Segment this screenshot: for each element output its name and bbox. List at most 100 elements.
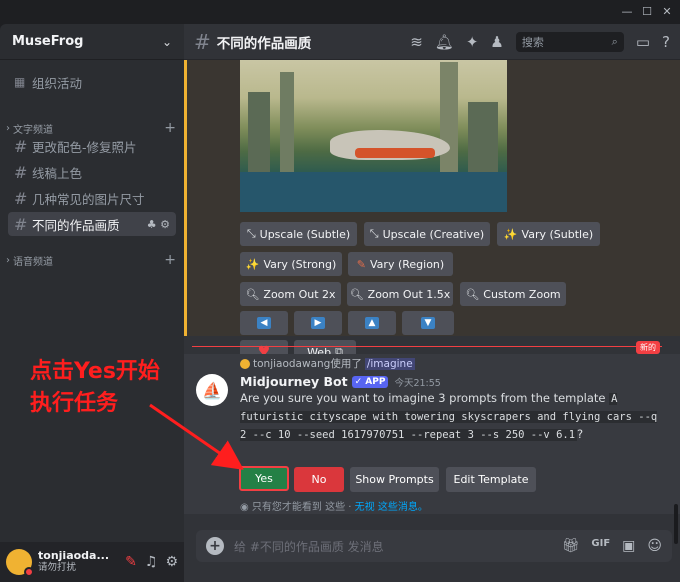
message-composer[interactable]: + 给 #不同的作品画质 发消息 🎁︎ GIF ▣ ☺ xyxy=(196,530,672,562)
pan-down-button[interactable]: ▼ xyxy=(402,311,454,335)
channel-label: 线稿上色 xyxy=(32,165,83,181)
annotation-line: 执行任务 xyxy=(30,391,119,416)
minimize-button[interactable]: — xyxy=(618,3,636,21)
command-mention[interactable]: /imagine xyxy=(364,357,415,370)
eye-icon: ◉ xyxy=(240,502,249,513)
gear-icon[interactable]: ⚙ xyxy=(165,554,178,570)
pin-icon[interactable]: ✦ xyxy=(466,33,479,51)
zoom-out-1-5x-button[interactable]: 🔍︎ Zoom Out 1.5x xyxy=(347,282,453,306)
pan-left-button[interactable]: ◀ xyxy=(240,311,288,335)
timestamp: 今天21:55 xyxy=(394,377,441,389)
edit-template-button[interactable]: Edit Template xyxy=(446,467,536,492)
server-header[interactable]: MuseFrog ⌄ xyxy=(0,24,184,60)
channel-item[interactable]: # 线稿上色 xyxy=(8,160,176,184)
vary-region-button[interactable]: ✎ Vary (Region) xyxy=(348,252,453,276)
help-icon[interactable]: ? xyxy=(662,33,670,51)
vary-subtle-button[interactable]: ✨ Vary (Subtle) xyxy=(497,222,600,246)
chevron-down-icon: › xyxy=(6,122,10,134)
button-label: Upscale (Subtle) xyxy=(259,227,351,241)
expand-icon: ⤡ xyxy=(246,227,256,240)
hash-icon: # xyxy=(194,29,211,54)
hash-icon: # xyxy=(14,136,28,156)
yes-button[interactable]: Yes xyxy=(239,466,289,491)
mic-muted-icon[interactable]: ✎ xyxy=(125,554,137,570)
avatar xyxy=(240,358,250,369)
magnifier-icon: 🔍︎ xyxy=(349,287,364,301)
annotation-line: 点击Yes开始 xyxy=(30,359,160,384)
channel-sidebar: MuseFrog ⌄ ▦ 组织活动 › 文字频道 + # 更改配色-修复照片 #… xyxy=(0,24,184,582)
channel-title: 不同的作品画质 xyxy=(216,35,312,52)
new-messages-divider xyxy=(192,346,662,347)
pan-right-button[interactable]: ▶ xyxy=(294,311,342,335)
show-prompts-button[interactable]: Show Prompts xyxy=(350,467,439,492)
gift-icon[interactable]: 🎁︎ xyxy=(562,538,580,554)
inbox-icon[interactable]: ▭ xyxy=(636,33,650,51)
sticker-icon[interactable]: ▣ xyxy=(622,538,635,554)
headphones-icon[interactable]: ♫ xyxy=(145,554,158,570)
threads-icon[interactable]: ≋ xyxy=(410,33,423,51)
user-info[interactable]: tonjiaoda... 请勿打扰 xyxy=(38,550,109,574)
maximize-button[interactable]: ☐ xyxy=(638,3,656,21)
dismiss-link[interactable]: 无视 这些消息。 xyxy=(355,502,428,513)
mention-bar xyxy=(184,60,187,336)
gif-icon[interactable]: GIF xyxy=(591,538,610,554)
scrollbar[interactable] xyxy=(674,504,678,544)
app-badge: ✓ APP xyxy=(351,375,389,388)
reply-reference[interactable]: tonjiaodawang使用了 /imagine xyxy=(240,356,415,371)
button-label: Custom Zoom xyxy=(483,287,561,301)
chevron-down-icon: ⌄ xyxy=(161,34,172,49)
user-status: 请勿打扰 xyxy=(38,562,77,573)
ephemeral-note: ◉ 只有您才能看到 这些 · 无视 这些消息。 xyxy=(240,498,428,513)
badge-label: APP xyxy=(365,376,386,387)
message-body: Are you sure you want to imagine 3 promp… xyxy=(240,391,606,405)
no-button[interactable]: No xyxy=(294,467,344,492)
button-label: Zoom Out 2x xyxy=(263,287,336,301)
main-panel: # 不同的作品画质 ≋ 🔔︎ ✦ ♟ 搜索 ⌕ ▭ ? ⤡ Upscale (S… xyxy=(184,24,680,582)
annotation-text: 点击Yes开始 执行任务 xyxy=(30,356,160,420)
button-label: Vary (Region) xyxy=(370,257,445,271)
add-attachment-icon[interactable]: + xyxy=(206,537,224,555)
pan-up-button[interactable]: ▲ xyxy=(348,311,396,335)
category-label: 语音频道 xyxy=(13,256,53,268)
bot-name[interactable]: Midjourney Bot xyxy=(240,374,348,389)
custom-zoom-button[interactable]: 🔍︎ Custom Zoom xyxy=(460,282,566,306)
hash-icon: # xyxy=(14,214,28,234)
zoom-out-2x-button[interactable]: 🔍︎ Zoom Out 2x xyxy=(240,282,341,306)
server-name: MuseFrog xyxy=(12,34,84,49)
bell-icon[interactable]: 🔔︎ xyxy=(435,33,454,51)
calendar-icon: ▦ xyxy=(14,75,26,89)
vary-strong-button[interactable]: ✨ Vary (Strong) xyxy=(240,252,342,276)
message-text: Are you sure you want to imagine 3 promp… xyxy=(240,390,660,444)
avatar[interactable] xyxy=(6,549,34,577)
sidebar-item-events[interactable]: ▦ 组织活动 xyxy=(8,70,176,94)
channel-label: 几种常见的图片尺寸 xyxy=(32,191,145,207)
upscale-subtle-button[interactable]: ⤡ Upscale (Subtle) xyxy=(240,222,357,246)
status-dnd-icon xyxy=(24,567,34,577)
hash-icon: # xyxy=(14,188,28,208)
button-label: Vary (Strong) xyxy=(263,257,337,271)
title-bar: — ☐ ✕ xyxy=(0,0,680,24)
chevron-right-icon: › xyxy=(6,254,10,266)
close-button[interactable]: ✕ xyxy=(658,3,676,21)
channel-item-active[interactable]: # 不同的作品画质 ♣ ⚙ xyxy=(8,212,176,236)
bot-avatar[interactable]: ⛵ xyxy=(196,374,228,406)
search-input[interactable]: 搜索 ⌕ xyxy=(515,31,624,52)
new-badge: 新的 xyxy=(636,341,660,354)
add-channel-icon[interactable]: + xyxy=(164,252,176,268)
hash-icon: # xyxy=(14,162,28,182)
message-list: ⤡ Upscale (Subtle) ⤡ Upscale (Creative) ✨ V… xyxy=(184,60,680,520)
channel-settings-icons[interactable]: ♣ ⚙ xyxy=(147,218,170,231)
category-voice-channels[interactable]: › 语音频道 + xyxy=(6,252,176,268)
magnifier-icon: 🔍︎ xyxy=(465,287,480,301)
upscale-creative-button[interactable]: ⤡ Upscale (Creative) xyxy=(364,222,490,246)
arrow-left-icon: ◀ xyxy=(257,317,271,329)
message-end: ? xyxy=(577,427,584,441)
channel-item[interactable]: # 几种常见的图片尺寸 xyxy=(8,186,176,210)
magic-wand-icon: ✨ xyxy=(245,257,260,271)
channel-item[interactable]: # 更改配色-修复照片 xyxy=(8,134,176,158)
emoji-icon[interactable]: ☺ xyxy=(647,538,662,554)
members-icon[interactable]: ♟ xyxy=(490,33,503,51)
generated-image[interactable] xyxy=(240,60,507,212)
bot-header: Midjourney Bot ✓ APP 今天21:55 xyxy=(240,374,441,389)
ephemeral-text: 只有您才能看到 这些 · xyxy=(251,502,355,513)
